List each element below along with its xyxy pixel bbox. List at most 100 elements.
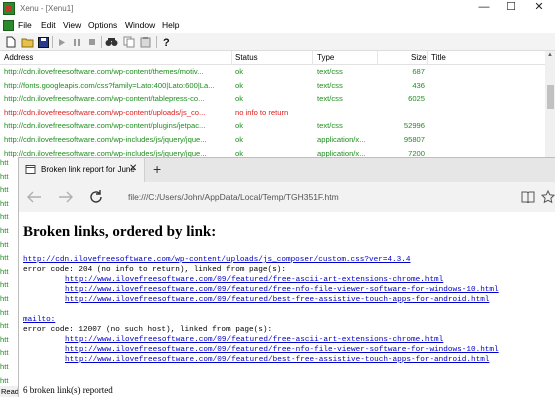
svg-text:?: ? bbox=[163, 37, 170, 48]
copy-icon[interactable] bbox=[122, 35, 136, 49]
cell-status: no info to return bbox=[235, 107, 289, 117]
stop-icon[interactable] bbox=[85, 35, 99, 49]
tab-close-icon[interactable]: ✕ bbox=[129, 163, 137, 174]
cell-size: 6025 bbox=[408, 94, 425, 104]
vertical-scrollbar[interactable]: ▲ bbox=[545, 51, 555, 157]
report-footer: 6 broken link(s) reported bbox=[23, 385, 113, 395]
table-row-partial[interactable]: htt bbox=[0, 362, 18, 371]
xenu-app-icon bbox=[3, 2, 15, 15]
cell-address: http://cdn.ilovefreesoftware.com/wp-cont… bbox=[4, 67, 204, 76]
cell-address: http://cdn.ilovefreesoftware.com/wp-cont… bbox=[4, 107, 206, 117]
table-row-partial[interactable]: htt bbox=[0, 308, 18, 317]
col-title[interactable]: Title bbox=[431, 53, 446, 62]
linking-page[interactable]: http://www.ilovefreesoftware.com/09/feat… bbox=[65, 295, 489, 305]
table-row-partial[interactable]: htt bbox=[0, 158, 18, 167]
tab-bar: Broken link report for June ✕ + bbox=[19, 158, 555, 182]
table-row[interactable]: http://cdn.ilovefreesoftware.com/wp-cont… bbox=[0, 92, 545, 106]
scroll-thumb[interactable] bbox=[547, 85, 554, 109]
cell-size: 52996 bbox=[403, 121, 425, 131]
forward-icon[interactable] bbox=[57, 188, 75, 206]
report-heading: Broken links, ordered by link: bbox=[23, 224, 217, 240]
open-folder-icon[interactable] bbox=[20, 35, 34, 49]
col-type[interactable]: Type bbox=[317, 53, 334, 62]
browser-window: Broken link report for June ✕ + file:///… bbox=[18, 157, 555, 397]
pause-icon[interactable] bbox=[70, 35, 84, 49]
table-row-partial[interactable]: htt bbox=[0, 335, 18, 344]
table-row-partial[interactable]: htt bbox=[0, 321, 18, 330]
cell-type: application/x... bbox=[317, 134, 366, 144]
table-row-partial[interactable]: htt bbox=[0, 212, 18, 221]
new-file-icon[interactable] bbox=[4, 35, 18, 49]
table-row[interactable]: http://cdn.ilovefreesoftware.com/wp-cont… bbox=[0, 65, 545, 79]
column-header: Address Status Type Size Title bbox=[0, 51, 545, 65]
table-row-partial[interactable]: htt bbox=[0, 226, 18, 235]
menu-help[interactable]: Help bbox=[162, 20, 179, 30]
find-icon[interactable] bbox=[104, 35, 118, 49]
linking-page[interactable]: http://www.ilovefreesoftware.com/09/feat… bbox=[65, 345, 499, 355]
table-row-partial[interactable]: htt bbox=[0, 253, 18, 262]
table-row-partial[interactable]: htt bbox=[0, 240, 18, 249]
linking-page[interactable]: http://www.ilovefreesoftware.com/09/feat… bbox=[65, 335, 443, 345]
linking-page[interactable]: http://www.ilovefreesoftware.com/09/feat… bbox=[65, 275, 443, 285]
refresh-icon[interactable] bbox=[87, 188, 105, 206]
cell-type: text/css bbox=[317, 94, 343, 104]
cell-address: http://fonts.googleapis.com/css?family=L… bbox=[4, 80, 215, 90]
close-button[interactable]: ✕ bbox=[525, 0, 553, 16]
cell-type: text/css bbox=[317, 80, 343, 90]
col-status[interactable]: Status bbox=[235, 53, 258, 62]
table-row-partial[interactable]: htt bbox=[0, 280, 18, 289]
col-address[interactable]: Address bbox=[4, 53, 33, 62]
help-icon[interactable]: ? bbox=[160, 35, 174, 49]
back-icon[interactable] bbox=[25, 188, 43, 206]
cell-address: http://cdn.ilovefreesoftware.com/wp-cont… bbox=[4, 94, 205, 104]
cell-size: 95807 bbox=[403, 134, 425, 144]
tab-report[interactable]: Broken link report for June ✕ bbox=[19, 158, 145, 182]
menu-bar: File Edit View Options Window Help bbox=[0, 18, 555, 33]
menu-view[interactable]: View bbox=[63, 20, 81, 30]
error-line: error code: 204 (no info to return), lin… bbox=[23, 266, 286, 274]
toolbar: ? bbox=[0, 33, 555, 51]
table-row[interactable]: http://cdn.ilovefreesoftware.com/wp-cont… bbox=[0, 106, 545, 120]
reading-view-icon[interactable] bbox=[521, 190, 535, 204]
linking-page[interactable]: http://www.ilovefreesoftware.com/09/feat… bbox=[65, 355, 489, 365]
col-size[interactable]: Size bbox=[411, 53, 427, 62]
table-row[interactable]: http://fonts.googleapis.com/css?family=L… bbox=[0, 79, 545, 93]
table-row-partial[interactable]: htt bbox=[0, 267, 18, 276]
cell-status: ok bbox=[235, 67, 244, 76]
new-tab-button[interactable]: + bbox=[153, 161, 161, 177]
broken-link[interactable]: http://cdn.ilovefreesoftware.com/wp-cont… bbox=[23, 255, 411, 265]
table-row-partial[interactable]: htt bbox=[0, 348, 18, 357]
cell-status: ok bbox=[235, 134, 244, 144]
xenu-titlebar: Xenu - [Xenu1] — ☐ ✕ bbox=[0, 0, 555, 18]
paste-icon[interactable] bbox=[139, 35, 153, 49]
mdi-child-icon[interactable] bbox=[3, 20, 14, 31]
menu-file[interactable]: File bbox=[18, 20, 32, 30]
table-row[interactable]: http://cdn.ilovefreesoftware.com/wp-incl… bbox=[0, 133, 545, 147]
save-icon[interactable] bbox=[36, 35, 50, 49]
scroll-up-icon[interactable]: ▲ bbox=[546, 52, 554, 58]
menu-window[interactable]: Window bbox=[125, 20, 155, 30]
table-row-partial[interactable]: htt bbox=[0, 199, 18, 208]
table-row-partial[interactable]: htt bbox=[0, 172, 18, 181]
table-row-partial[interactable]: htt bbox=[0, 294, 18, 303]
cell-status: ok bbox=[235, 80, 244, 90]
maximize-button[interactable]: ☐ bbox=[497, 0, 525, 16]
linking-page[interactable]: http://www.ilovefreesoftware.com/09/feat… bbox=[65, 285, 499, 295]
cell-type: text/css bbox=[317, 121, 343, 131]
favorites-star-icon[interactable] bbox=[541, 190, 555, 204]
menu-edit[interactable]: Edit bbox=[41, 20, 56, 30]
cell-address: http://cdn.ilovefreesoftware.com/wp-cont… bbox=[4, 121, 206, 131]
table-row-partial[interactable]: htt bbox=[0, 185, 18, 194]
cell-size: 436 bbox=[412, 80, 425, 90]
minimize-button[interactable]: — bbox=[470, 0, 498, 16]
nav-bar: file:///C:/Users/John/AppData/Local/Temp… bbox=[19, 182, 555, 212]
table-row[interactable]: http://cdn.ilovefreesoftware.com/wp-cont… bbox=[0, 119, 545, 133]
cell-status: ok bbox=[235, 94, 244, 104]
cell-size: 687 bbox=[412, 67, 425, 76]
play-icon[interactable] bbox=[55, 35, 69, 49]
cell-type: text/css bbox=[317, 67, 343, 76]
broken-link[interactable]: mailto: bbox=[23, 315, 55, 325]
table-row-partial[interactable]: htt bbox=[0, 376, 18, 385]
menu-options[interactable]: Options bbox=[88, 20, 117, 30]
address-bar[interactable]: file:///C:/Users/John/AppData/Local/Temp… bbox=[128, 192, 339, 202]
